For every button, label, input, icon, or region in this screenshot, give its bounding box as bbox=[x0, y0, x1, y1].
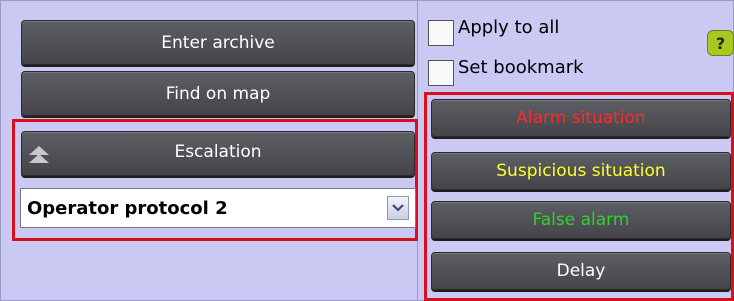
delay-button[interactable]: Delay bbox=[431, 252, 731, 290]
set-bookmark-option[interactable]: Set bookmark bbox=[428, 56, 584, 86]
chevron-down-glyph bbox=[392, 204, 404, 212]
find-on-map-button[interactable]: Find on map bbox=[21, 71, 415, 116]
enter-archive-button[interactable]: Enter archive bbox=[21, 20, 415, 65]
enter-archive-label: Enter archive bbox=[161, 32, 275, 53]
find-on-map-label: Find on map bbox=[165, 83, 271, 104]
set-bookmark-label: Set bookmark bbox=[458, 56, 584, 78]
chevron-down-icon[interactable] bbox=[387, 196, 409, 220]
false-alarm-button[interactable]: False alarm bbox=[431, 201, 731, 239]
operator-protocol-select[interactable]: Operator protocol 2 bbox=[20, 188, 416, 228]
escalation-button[interactable]: Escalation bbox=[21, 131, 415, 176]
delay-label: Delay bbox=[556, 261, 606, 281]
suspicious-situation-button[interactable]: Suspicious situation bbox=[431, 152, 731, 190]
alarm-situation-label: Alarm situation bbox=[516, 108, 646, 128]
escalation-label: Escalation bbox=[174, 142, 262, 162]
false-alarm-label: False alarm bbox=[532, 210, 630, 230]
help-icon-label: ? bbox=[715, 33, 726, 53]
suspicious-situation-label: Suspicious situation bbox=[496, 161, 666, 181]
apply-to-all-option[interactable]: Apply to all bbox=[428, 16, 560, 46]
apply-to-all-label: Apply to all bbox=[458, 16, 560, 38]
alarm-situation-button[interactable]: Alarm situation bbox=[431, 99, 731, 137]
set-bookmark-checkbox[interactable] bbox=[428, 60, 454, 86]
operator-protocol-value: Operator protocol 2 bbox=[27, 197, 228, 219]
apply-to-all-checkbox[interactable] bbox=[428, 20, 454, 46]
help-icon[interactable]: ? bbox=[707, 30, 734, 56]
